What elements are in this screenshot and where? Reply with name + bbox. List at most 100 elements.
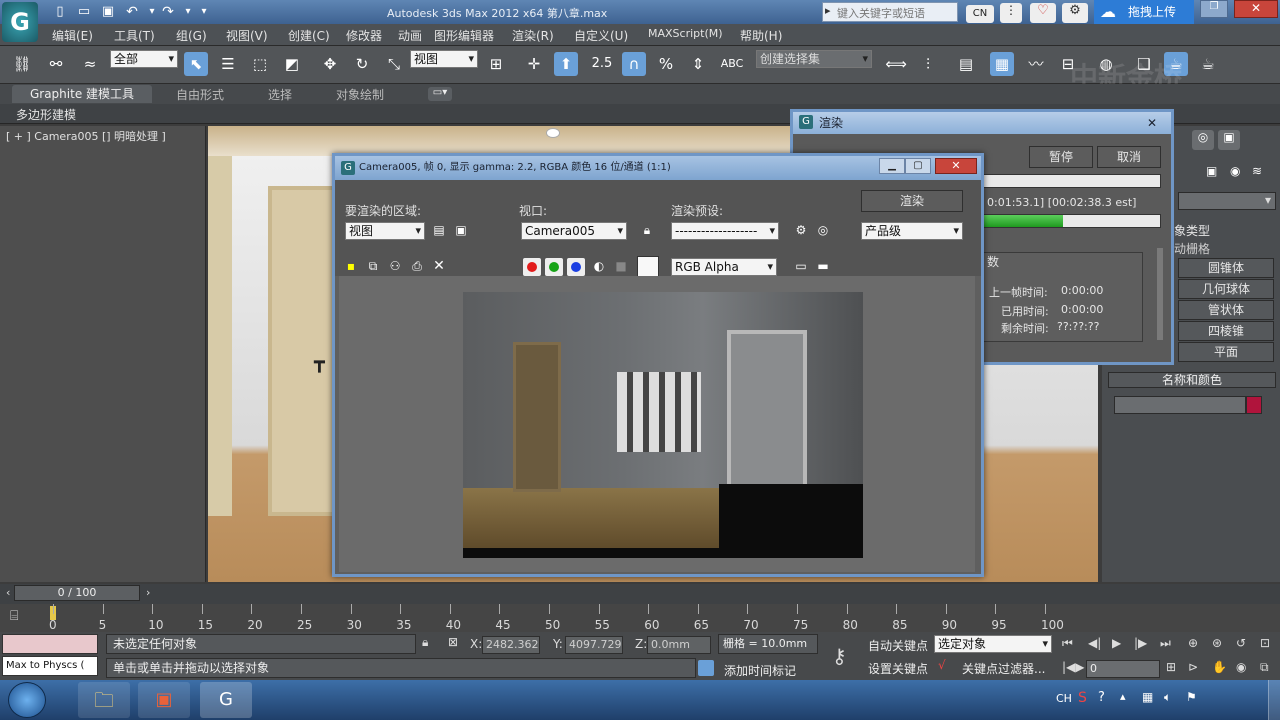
tab-graphite[interactable]: Graphite 建模工具 [12, 85, 152, 103]
auto-region-icon[interactable]: ▣ [451, 220, 471, 240]
category-dropdown[interactable]: ▾ [1178, 192, 1276, 210]
reference-coordinate-dropdown[interactable]: 视图 [410, 50, 478, 68]
quick-access-dropdown-icon[interactable]: ▾ [192, 0, 216, 24]
toggle-ui-overlay-icon[interactable]: ▭ [791, 256, 811, 276]
language-button[interactable]: CN [966, 5, 994, 23]
rotate-icon[interactable]: ↻ [350, 52, 374, 76]
search-arrow-icon[interactable]: ▸ [825, 4, 831, 17]
show-desktop-button[interactable] [1268, 680, 1280, 720]
render-preset-dropdown[interactable]: ------------------- [671, 222, 779, 240]
render-setup-small-icon[interactable]: ⚙ [791, 220, 811, 240]
start-button[interactable] [8, 682, 46, 718]
scale-icon[interactable]: ⤡ [382, 52, 406, 76]
menu-group[interactable]: 组(G) [176, 27, 207, 44]
align-icon[interactable]: ⫶ [916, 52, 940, 76]
search-box[interactable]: ▸ 键入关键字或短语 [822, 2, 958, 22]
object-name-input[interactable] [1114, 396, 1246, 414]
help-tray-icon[interactable]: ? [1098, 690, 1105, 705]
current-frame-field[interactable]: 0 [1086, 660, 1160, 678]
network-tray-icon[interactable]: ▦ [1142, 690, 1153, 704]
render-canvas[interactable] [339, 276, 975, 572]
menu-modifiers[interactable]: 修改器 [346, 27, 382, 44]
pyramid-button[interactable]: 四棱锥 [1178, 321, 1274, 341]
copy-image-icon[interactable]: ⧉ [363, 256, 383, 276]
rfw-maximize-button[interactable]: ▢ [905, 158, 931, 174]
edit-named-selection-icon[interactable]: ABC [720, 52, 744, 76]
restore-button[interactable]: ❐ [1200, 0, 1228, 18]
tab-selection[interactable]: 选择 [268, 86, 292, 103]
alpha-channel-icon[interactable]: ◐ [589, 256, 609, 276]
rectangular-selection-icon[interactable]: ⬚ [248, 52, 272, 76]
maximize-viewport-icon[interactable]: ⧉ [1260, 660, 1269, 675]
menu-maxscript[interactable]: MAXScript(M) [648, 27, 723, 40]
key-mode-icon[interactable]: |◀▶ [1062, 660, 1085, 674]
open-file-icon[interactable]: ▭ [72, 0, 96, 24]
maxscript-mini-listener[interactable] [2, 634, 98, 654]
monochrome-icon[interactable]: ■ [611, 256, 631, 276]
menu-rendering[interactable]: 渲染(R) [512, 27, 554, 44]
go-to-end-icon[interactable]: ⏭ [1160, 636, 1171, 651]
select-manipulate-icon[interactable]: ✛ [522, 52, 546, 76]
field-of-view-icon[interactable]: ⊡ [1260, 636, 1270, 650]
time-slider-next-icon[interactable]: › [146, 586, 150, 599]
selection-lock-icon[interactable]: 🔒︎ [422, 635, 428, 650]
new-file-icon[interactable]: ▯ [48, 0, 72, 24]
blue-channel-icon[interactable] [567, 258, 585, 276]
select-by-name-icon[interactable]: ☰ [216, 52, 240, 76]
flag-tray-icon[interactable]: ⚑ [1186, 690, 1197, 704]
save-image-icon[interactable]: ▪ [341, 256, 361, 276]
move-icon[interactable]: ✥ [318, 52, 342, 76]
clone-window-icon[interactable]: ⚇ [385, 256, 405, 276]
clear-icon[interactable]: ✕ [429, 256, 449, 276]
pivot-center-icon[interactable]: ⊞ [484, 52, 508, 76]
app-logo-icon[interactable]: G [2, 2, 38, 42]
tube-button[interactable]: 管状体 [1178, 300, 1274, 320]
graphite-toggle-icon[interactable]: ▦ [990, 52, 1014, 76]
play-icon[interactable]: ▶ [1112, 636, 1121, 650]
rfw-minimize-button[interactable]: ▁ [879, 158, 905, 174]
z-coordinate-field[interactable]: 0.0mm [647, 636, 711, 654]
trackbar[interactable]: ⌸ 0 5 10 15 20 25 30 35 40 45 50 55 60 65 70 75 80 85 90 95… [0, 604, 1280, 632]
taskbar-powerpoint-icon[interactable]: ▣ [138, 682, 190, 718]
name-color-rollout[interactable]: 名称和颜色 [1108, 372, 1276, 388]
selection-filter-dropdown[interactable]: 全部 [110, 50, 178, 68]
menu-animation[interactable]: 动画 [398, 27, 422, 44]
utilities-icon[interactable]: ▣ [1218, 130, 1240, 150]
viewport-label[interactable]: [ + ] Camera005 [] 明暗处理 ] [6, 128, 166, 144]
viewport-dropdown[interactable]: Camera005 [521, 222, 627, 240]
snap-toggle-icon[interactable]: 2.5 [590, 52, 614, 76]
menu-create[interactable]: 创建(C) [288, 27, 330, 44]
info-center-icon[interactable]: ⋮ [1000, 3, 1022, 23]
auto-key-button[interactable]: 自动关键点 [868, 637, 928, 654]
keyboard-shortcut-override-icon[interactable]: ⬆ [554, 52, 578, 76]
menu-customize[interactable]: 自定义(U) [574, 27, 628, 44]
window-crossing-icon[interactable]: ◩ [280, 52, 304, 76]
spacewarps-icon[interactable]: ≋ [1252, 164, 1262, 178]
zoom-icon[interactable]: ⊕ [1188, 636, 1198, 650]
time-config-icon[interactable]: ⊞ [1166, 660, 1176, 674]
ribbon-polygon-modeling[interactable]: 多边形建模 [16, 106, 76, 123]
auto-grid-checkbox[interactable]: 动栅格 [1174, 240, 1210, 257]
close-button[interactable]: ✕ [1234, 0, 1278, 18]
y-coordinate-field[interactable]: 4097.729m [565, 636, 623, 654]
selected-object-dropdown[interactable]: 选定对象 [934, 635, 1052, 653]
menu-view[interactable]: 视图(V) [226, 27, 268, 44]
previous-frame-icon[interactable]: ◀| [1088, 636, 1101, 650]
maxscript-listener-output[interactable]: Max to Physcs ( [2, 656, 98, 676]
tab-freeform[interactable]: 自由形式 [176, 86, 224, 103]
curve-editor-icon[interactable]: 〰 [1024, 52, 1048, 76]
menu-tools[interactable]: 工具(T) [114, 27, 155, 44]
upload-button[interactable]: ☁ 拖拽上传 [1094, 0, 1194, 24]
taskbar-3dsmax-icon[interactable]: G [200, 682, 252, 718]
input-language-indicator[interactable]: CH [1056, 692, 1072, 705]
menu-edit[interactable]: 编辑(E) [52, 27, 93, 44]
print-icon[interactable]: ⎙ [407, 256, 427, 276]
progress-scrollbar[interactable] [1157, 248, 1163, 340]
bind-space-warp-icon[interactable]: ≈ [78, 52, 102, 76]
taskbar-explorer-icon[interactable]: 🗀︎ [78, 682, 130, 718]
zoom-all-icon[interactable]: ⊛ [1212, 636, 1222, 650]
mirror-icon[interactable]: ⟺ [884, 52, 908, 76]
geosphere-button[interactable]: 几何球体 [1178, 279, 1274, 299]
cancel-button[interactable]: 取消 [1097, 146, 1161, 168]
area-to-render-dropdown[interactable]: 视图 [345, 222, 425, 240]
